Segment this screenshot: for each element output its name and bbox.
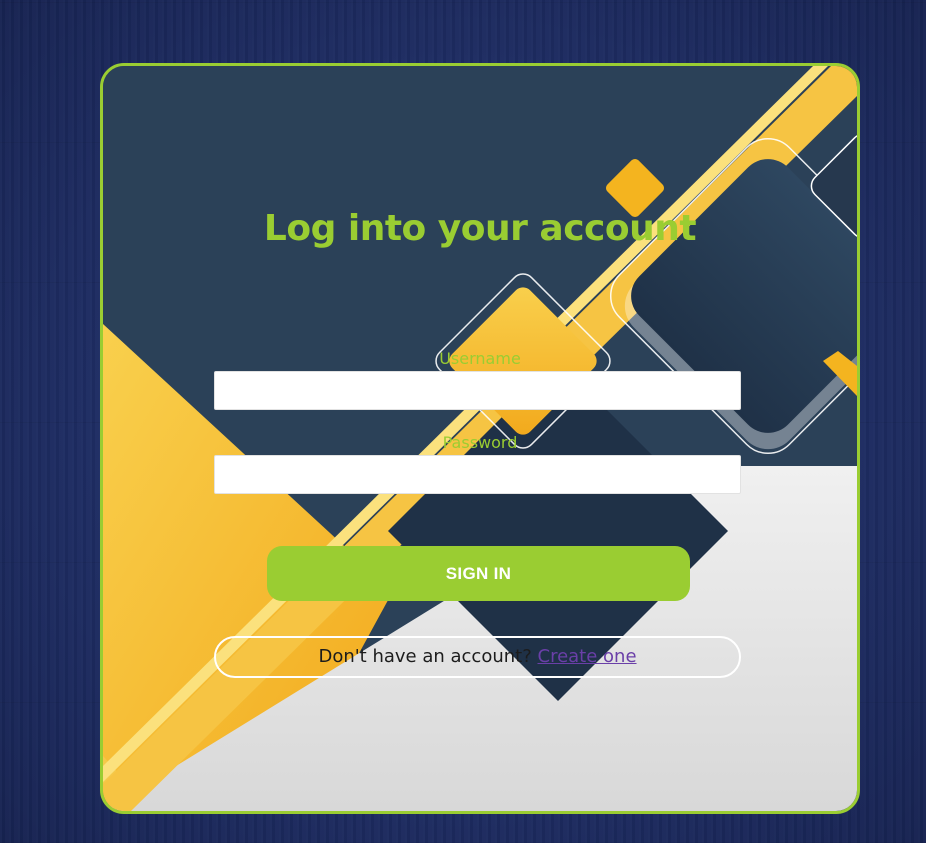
username-label: Username xyxy=(439,349,521,368)
signup-prompt-text: Don't have an account? xyxy=(318,646,538,667)
sign-in-button[interactable]: SIGN IN xyxy=(267,546,690,601)
password-label: Password xyxy=(442,433,518,452)
create-account-link[interactable]: Create one xyxy=(538,646,637,667)
password-input[interactable] xyxy=(214,455,741,494)
signup-prompt-box: Don't have an account? Create one xyxy=(214,636,741,678)
username-input[interactable] xyxy=(214,371,741,410)
login-card: Log into your account Username Password … xyxy=(100,63,860,814)
page-title: Log into your account xyxy=(263,208,697,249)
